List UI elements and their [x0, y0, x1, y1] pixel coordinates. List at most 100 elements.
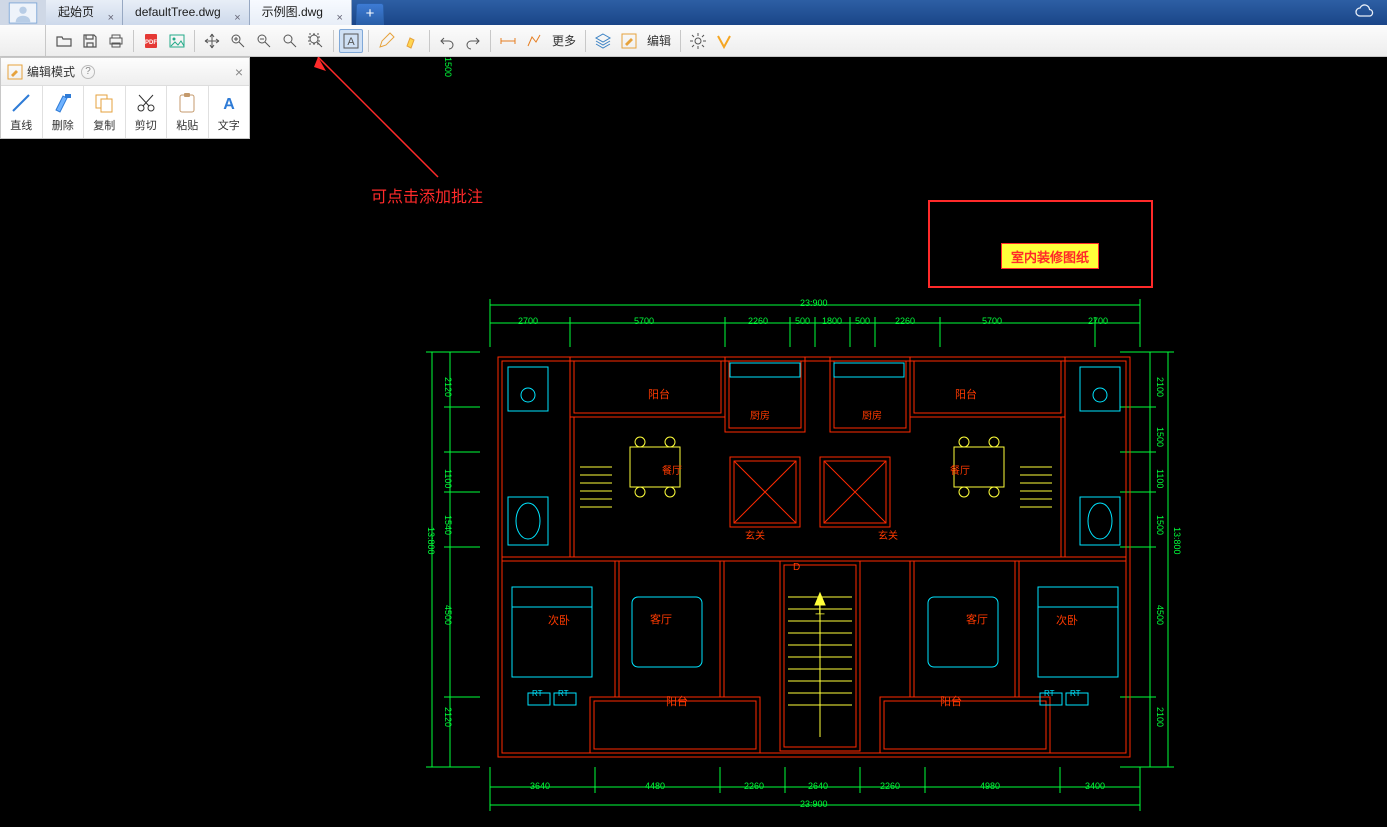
label-d: D	[793, 562, 800, 573]
main-toolbar: PDF A 更多 编辑	[46, 25, 1387, 57]
tool-copy-button[interactable]: 复制	[84, 86, 126, 138]
edit-mode-icon[interactable]	[617, 29, 641, 53]
dim-top-1: 5700	[634, 316, 654, 326]
label-up: 上	[815, 602, 825, 617]
zoom-out-icon[interactable]	[278, 29, 302, 53]
avatar-toolbar-slot	[0, 25, 46, 57]
dim-right-2: 1100	[1155, 469, 1165, 488]
text-annotation-icon[interactable]: A	[339, 29, 363, 53]
tool-label: 文字	[218, 117, 240, 133]
dim-bot-4: 2260	[880, 781, 900, 791]
measure-icon[interactable]	[496, 29, 520, 53]
dim-right-1: 1500	[1155, 427, 1165, 447]
tool-label: 剪切	[135, 117, 157, 133]
label-foyer-r: 玄关	[878, 527, 898, 542]
tab-label: 起始页	[58, 5, 94, 19]
edit-panel-icon	[7, 64, 23, 80]
dim-left-4: 4500	[443, 605, 453, 625]
svg-text:A: A	[347, 36, 355, 48]
label-living-l: 客厅	[650, 611, 672, 627]
help-icon[interactable]: ?	[81, 65, 95, 79]
avatar[interactable]	[0, 0, 46, 25]
dim-top-5: 500	[855, 316, 870, 326]
tool-paste-button[interactable]: 粘贴	[167, 86, 209, 138]
pencil-icon[interactable]	[374, 29, 398, 53]
dim-bot-total: 23:900	[800, 799, 828, 809]
highlight-icon[interactable]	[400, 29, 424, 53]
label-kitchen-r: 厨房	[862, 407, 882, 422]
export-image-icon[interactable]	[165, 29, 189, 53]
v-icon[interactable]	[712, 29, 736, 53]
edit-label[interactable]: 编辑	[643, 32, 675, 49]
drawing-canvas[interactable]: 可点击添加批注 室内装修图纸	[0, 57, 1387, 817]
dim-top-4: 1800	[822, 316, 842, 326]
annotation-arrow	[308, 57, 458, 187]
dim-right-5: 2100	[1155, 707, 1165, 727]
tool-delete-button[interactable]: 删除	[43, 86, 85, 138]
label-living-r: 客厅	[966, 611, 988, 627]
dim-left-total: 13:800	[426, 527, 436, 555]
layers-icon[interactable]	[591, 29, 615, 53]
zoom-window-icon[interactable]	[226, 29, 250, 53]
label-balcony-tr: 阳台	[955, 386, 977, 402]
tool-label: 复制	[93, 117, 115, 133]
redo-icon[interactable]	[461, 29, 485, 53]
tab-example[interactable]: 示例图.dwg×	[250, 0, 352, 25]
label-balcony-br: 阳台	[940, 693, 962, 709]
dim-top-7: 5700	[982, 316, 1002, 326]
tool-line-button[interactable]: 直线	[1, 86, 43, 138]
dim-top-2: 2260	[748, 316, 768, 326]
dim-left-2: 1100	[443, 469, 453, 488]
tab-defaulttree[interactable]: defaultTree.dwg×	[123, 0, 250, 25]
tab-start[interactable]: 起始页×	[46, 0, 123, 25]
dim-left-3: 1540	[443, 515, 453, 535]
tool-cut-button[interactable]: 剪切	[126, 86, 168, 138]
dim-left-1: 1500	[443, 57, 453, 77]
label-bed-l: 次卧	[548, 612, 570, 628]
more-label[interactable]: 更多	[548, 32, 580, 49]
dim-right-total: 13:800	[1172, 527, 1182, 555]
panel-header: 编辑模式 ? ×	[1, 58, 249, 86]
dim-left-5: 2120	[443, 707, 453, 727]
undo-icon[interactable]	[435, 29, 459, 53]
tool-label: 删除	[52, 117, 74, 133]
label-dining-r: 餐厅	[950, 462, 970, 477]
dim-right-0: 2100	[1155, 377, 1165, 397]
panel-close-icon[interactable]: ×	[235, 64, 243, 80]
label-balcony-tl: 阳台	[648, 386, 670, 402]
dim-top-3: 500	[795, 316, 810, 326]
tab-label: defaultTree.dwg	[135, 5, 221, 19]
label-foyer-l: 玄关	[745, 527, 765, 542]
tab-add-button[interactable]: +	[356, 3, 384, 25]
open-icon[interactable]	[52, 29, 76, 53]
dim-bot-1: 4480	[645, 781, 665, 791]
dim-right-4: 4500	[1155, 605, 1165, 625]
dim-right-3: 1500	[1155, 515, 1165, 535]
label-rt-2: RT	[558, 689, 569, 698]
cloud-icon[interactable]	[1355, 4, 1375, 23]
tab-bar: 起始页× defaultTree.dwg× 示例图.dwg× +	[0, 0, 1387, 25]
save-icon[interactable]	[78, 29, 102, 53]
label-dining-l: 餐厅	[662, 462, 682, 477]
tool-label: 直线	[10, 117, 32, 133]
dim-bot-6: 3400	[1085, 781, 1105, 791]
pan-icon[interactable]	[200, 29, 224, 53]
zoom-extents-icon[interactable]	[304, 29, 328, 53]
dim-bot-0: 3640	[530, 781, 550, 791]
pdf-icon[interactable]: PDF	[139, 29, 163, 53]
label-rt-1: RT	[532, 689, 543, 698]
drawing-title-chip: 室内装修图纸	[1001, 243, 1099, 269]
zoom-in-icon[interactable]	[252, 29, 276, 53]
dim-top-6: 2260	[895, 316, 915, 326]
print-icon[interactable]	[104, 29, 128, 53]
settings-icon[interactable]	[686, 29, 710, 53]
tool-text-button[interactable]: A 文字	[209, 86, 250, 138]
label-kitchen-l: 厨房	[750, 407, 770, 422]
panel-title: 编辑模式	[27, 63, 75, 80]
dim-bot-5: 4980	[980, 781, 1000, 791]
dim-bot-2: 2260	[744, 781, 764, 791]
dim-bot-3: 2640	[808, 781, 828, 791]
measure-area-icon[interactable]	[522, 29, 546, 53]
dim-top-8: 2700	[1088, 316, 1108, 326]
svg-text:A: A	[223, 96, 235, 113]
